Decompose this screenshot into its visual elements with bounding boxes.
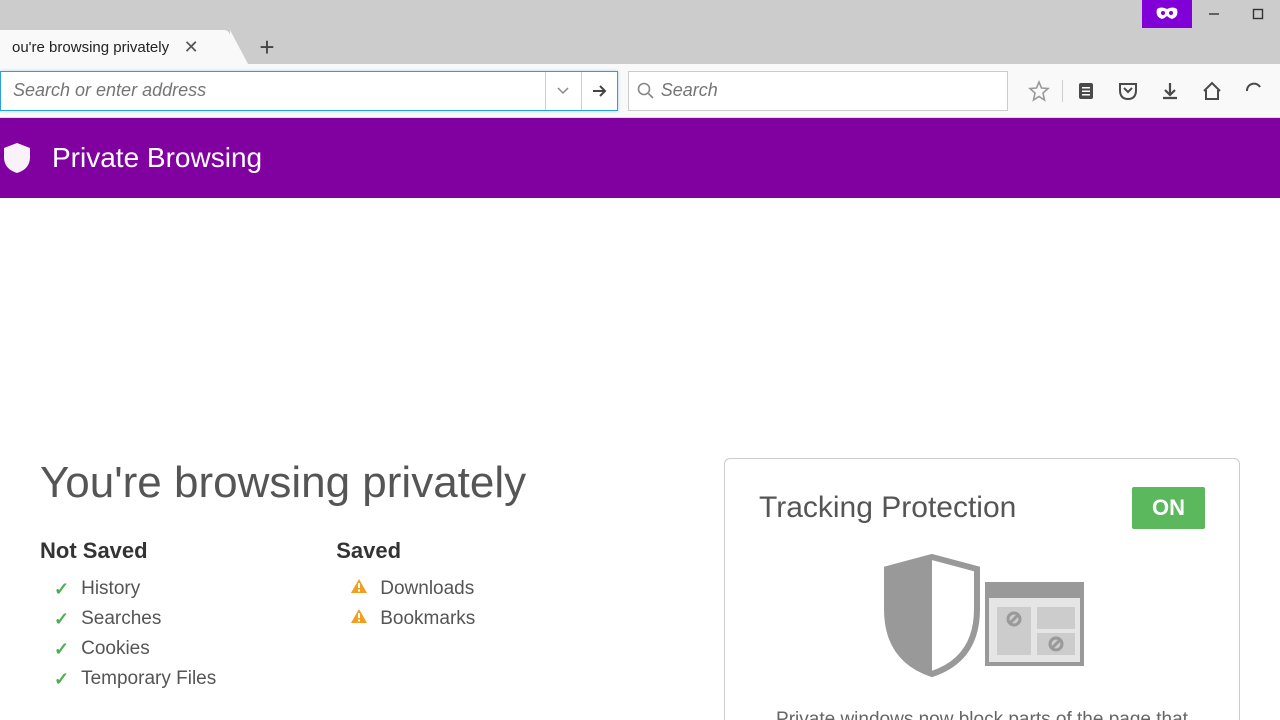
url-dropdown-button[interactable] — [545, 72, 581, 110]
private-mode-indicator — [1142, 0, 1192, 28]
tab-title: ou're browsing privately — [12, 39, 169, 56]
toolbar-buttons — [1018, 71, 1275, 111]
search-box[interactable] — [628, 71, 1008, 111]
tracking-illustration — [759, 549, 1205, 679]
url-input[interactable] — [1, 80, 545, 101]
download-arrow-icon — [1160, 81, 1180, 101]
check-icon: ✓ — [54, 609, 69, 630]
card-title: Tracking Protection — [759, 491, 1016, 525]
star-icon — [1028, 80, 1050, 102]
minimize-button[interactable] — [1192, 0, 1236, 28]
search-input[interactable] — [655, 80, 999, 101]
plus-icon: + — [259, 32, 274, 63]
saved-list: Downloads Bookmarks — [336, 578, 475, 630]
list-item: Bookmarks — [336, 608, 475, 630]
tab-strip: ou're browsing privately ✕ + — [0, 28, 1280, 64]
warning-icon — [350, 578, 368, 600]
pocket-button[interactable] — [1107, 71, 1149, 111]
tab-close-button[interactable]: ✕ — [183, 39, 199, 55]
banner-title: Private Browsing — [52, 142, 262, 174]
home-button[interactable] — [1191, 71, 1233, 111]
tracking-protection-card: Tracking Protection ON Private windows n… — [724, 458, 1240, 720]
list-item: ✓Temporary Files — [40, 668, 216, 690]
saved-heading: Saved — [336, 538, 475, 564]
private-browsing-banner: Private Browsing — [0, 118, 1280, 198]
tracking-toggle[interactable]: ON — [1132, 487, 1205, 529]
not-saved-heading: Not Saved — [40, 538, 216, 564]
sync-icon — [1243, 80, 1265, 102]
shield-icon — [0, 118, 34, 198]
check-icon: ✓ — [54, 579, 69, 600]
url-bar[interactable] — [0, 71, 618, 111]
nav-toolbar — [0, 64, 1280, 118]
pocket-icon — [1117, 80, 1139, 102]
new-tab-button[interactable]: + — [250, 30, 284, 64]
check-icon: ✓ — [54, 639, 69, 660]
arrow-right-icon — [590, 82, 608, 100]
list-item: Downloads — [336, 578, 475, 600]
chevron-down-icon — [557, 87, 569, 95]
search-icon — [637, 82, 655, 100]
clipboard-icon — [1076, 81, 1096, 101]
window-titlebar — [0, 0, 1280, 28]
page-heading: You're browsing privately — [40, 458, 684, 508]
list-item: ✓Cookies — [40, 638, 216, 660]
page-content: You're browsing privately Not Saved ✓His… — [0, 198, 1280, 720]
toolbar-separator — [1062, 80, 1063, 102]
bookmarks-list-button[interactable] — [1065, 71, 1107, 111]
check-icon: ✓ — [54, 669, 69, 690]
card-body-text: Private windows now block parts of the p… — [759, 707, 1205, 720]
not-saved-list: ✓History ✓Searches ✓Cookies ✓Temporary F… — [40, 578, 216, 690]
downloads-button[interactable] — [1149, 71, 1191, 111]
mask-icon — [1155, 7, 1179, 21]
list-item: ✓Searches — [40, 608, 216, 630]
warning-icon — [350, 608, 368, 630]
home-icon — [1201, 80, 1223, 102]
go-button[interactable] — [581, 72, 617, 110]
sync-button[interactable] — [1233, 71, 1275, 111]
bookmark-star-button[interactable] — [1018, 71, 1060, 111]
list-item: ✓History — [40, 578, 216, 600]
tab-private-browsing[interactable]: ou're browsing privately ✕ — [0, 30, 230, 64]
maximize-button[interactable] — [1236, 0, 1280, 28]
